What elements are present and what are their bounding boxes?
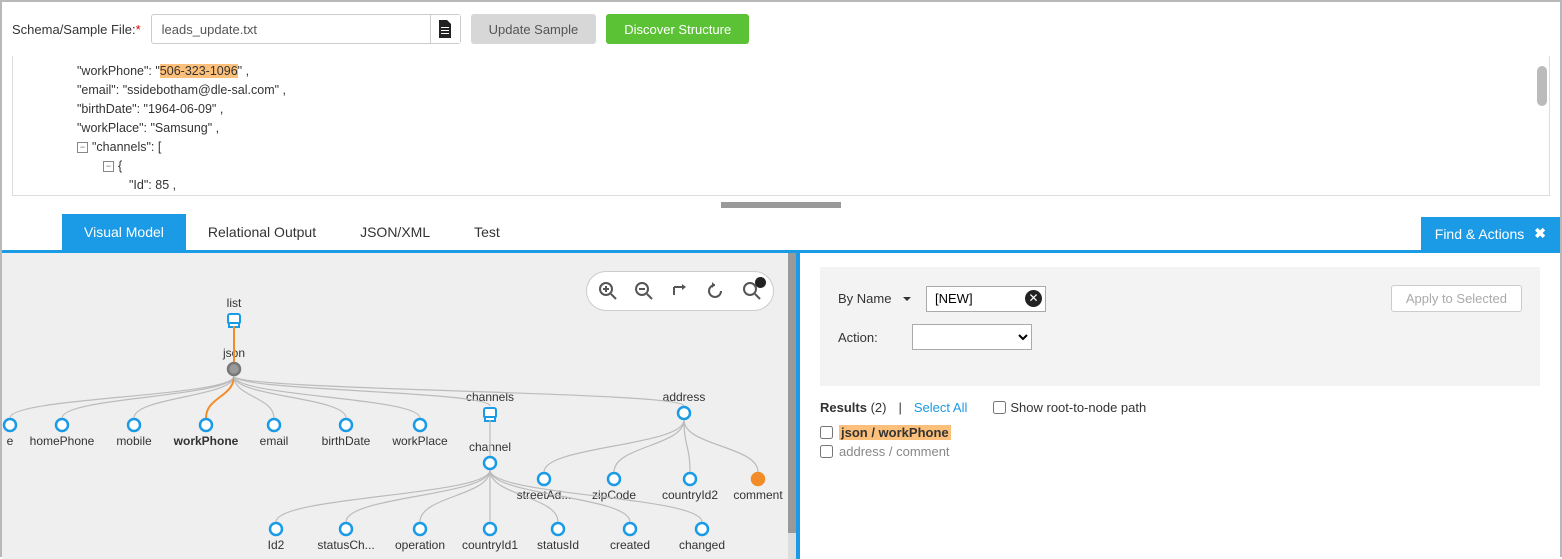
tree-node-countryId1[interactable]: countryId1 (462, 523, 518, 552)
tree-node-changed[interactable]: changed (679, 523, 725, 552)
svg-text:operation: operation (395, 538, 445, 552)
chevron-down-icon (902, 294, 912, 304)
svg-text:list: list (227, 296, 242, 310)
tab-visual-model[interactable]: Visual Model (62, 214, 186, 250)
code-line: −"channels": [ (51, 138, 1549, 157)
clear-search-icon[interactable]: ✕ (1025, 290, 1042, 307)
tree-node-workPlace[interactable]: workPlace (391, 419, 448, 448)
tree-node-countryId2[interactable]: countryId2 (662, 473, 718, 502)
tree-node-statusId[interactable]: statusId (537, 523, 579, 552)
tree-node-address[interactable]: address (663, 390, 706, 419)
code-line: "birthDate": "1964-06-09" , (51, 100, 1549, 119)
tree-node-created[interactable]: created (610, 523, 650, 552)
svg-text:comment: comment (733, 488, 783, 502)
svg-text:streetAd...: streetAd... (517, 488, 572, 502)
results-label: Results (2) (820, 400, 886, 415)
action-label: Action: (838, 330, 898, 345)
tab-json-xml[interactable]: JSON/XML (338, 214, 452, 250)
select-all-link[interactable]: Select All (914, 400, 967, 415)
tree-node-email[interactable]: email (260, 419, 289, 448)
svg-text:e: e (7, 434, 14, 448)
close-icon[interactable]: ✖ (1534, 225, 1546, 242)
tree-node-operation[interactable]: operation (395, 523, 445, 552)
show-root-path-checkbox[interactable]: Show root-to-node path (993, 400, 1146, 415)
svg-text:homePhone: homePhone (30, 434, 95, 448)
schema-file-input-wrap (151, 14, 461, 44)
tree-node-statusCh-[interactable]: statusCh... (317, 523, 374, 552)
tree-node-streetAd-[interactable]: streetAd... (517, 473, 572, 502)
file-icon (437, 20, 453, 38)
visual-model-canvas[interactable]: listjsonehomePhonemobileworkPhoneemailbi… (2, 253, 800, 559)
tree-node-mobile[interactable]: mobile (116, 419, 152, 448)
sample-code-panel: "workPhone": "506-323-1096" ,"email": "s… (12, 56, 1550, 196)
svg-text:birthDate: birthDate (322, 434, 371, 448)
action-select[interactable] (912, 324, 1032, 350)
find-actions-panel: By Name ✕ Apply to Selected Action: Resu… (800, 253, 1560, 559)
apply-to-selected-button[interactable]: Apply to Selected (1391, 285, 1522, 312)
code-line: "Id": 85 , (51, 176, 1549, 195)
tree-node-Id2[interactable]: Id2 (268, 523, 285, 552)
svg-text:email: email (260, 434, 289, 448)
tree-node-workPhone[interactable]: workPhone (173, 419, 239, 448)
find-actions-panel-tab[interactable]: Find & Actions ✖ (1421, 217, 1560, 250)
svg-text:workPhone: workPhone (173, 434, 239, 448)
svg-text:Id2: Id2 (268, 538, 285, 552)
code-line: "workPhone": "506-323-1096" , (51, 62, 1549, 81)
tabs-row: Visual ModelRelational OutputJSON/XMLTes… (2, 214, 1560, 253)
update-sample-button[interactable]: Update Sample (471, 14, 597, 44)
result-item[interactable]: address / comment (820, 444, 1540, 459)
tree-node-birthDate[interactable]: birthDate (322, 419, 371, 448)
svg-text:countryId1: countryId1 (462, 538, 518, 552)
tree-node-e[interactable]: e (4, 419, 16, 448)
code-line: "workPlace": "Samsung" , (51, 119, 1549, 138)
schema-file-label: Schema/Sample File:* (12, 22, 141, 37)
canvas-scrollbar[interactable] (788, 253, 796, 559)
tree-node-list[interactable]: list (227, 296, 242, 327)
tab-relational-output[interactable]: Relational Output (186, 214, 338, 250)
discover-structure-button[interactable]: Discover Structure (606, 14, 749, 44)
result-item[interactable]: json / workPhone (820, 425, 1540, 440)
svg-text:changed: changed (679, 538, 725, 552)
file-browse-button[interactable] (430, 15, 460, 43)
tree-node-zipCode[interactable]: zipCode (592, 473, 636, 502)
schema-file-input[interactable] (152, 22, 430, 37)
svg-text:workPlace: workPlace (391, 434, 448, 448)
search-mode-dropdown[interactable]: By Name (838, 291, 912, 306)
code-line: "email": "ssidebotham@dle-sal.com" , (51, 81, 1549, 100)
code-scrollbar[interactable] (1537, 66, 1547, 106)
splitter-handle[interactable] (721, 202, 841, 208)
tab-test[interactable]: Test (452, 214, 522, 250)
svg-text:countryId2: countryId2 (662, 488, 718, 502)
svg-text:statusId: statusId (537, 538, 579, 552)
tree-node-homePhone[interactable]: homePhone (30, 419, 95, 448)
code-line: −{ (51, 157, 1549, 176)
svg-text:created: created (610, 538, 650, 552)
svg-text:statusCh...: statusCh... (317, 538, 374, 552)
svg-text:mobile: mobile (116, 434, 152, 448)
tree-node-comment[interactable]: comment (733, 473, 783, 502)
